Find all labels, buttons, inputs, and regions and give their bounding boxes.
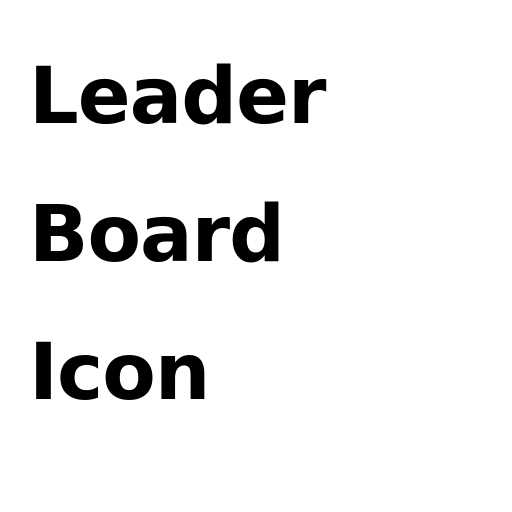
title-line-2: Board xyxy=(29,190,285,280)
title-text: Leader Board Icon xyxy=(29,52,326,442)
title-line-3: Icon xyxy=(29,328,210,418)
title-line-1: Leader xyxy=(29,52,326,142)
